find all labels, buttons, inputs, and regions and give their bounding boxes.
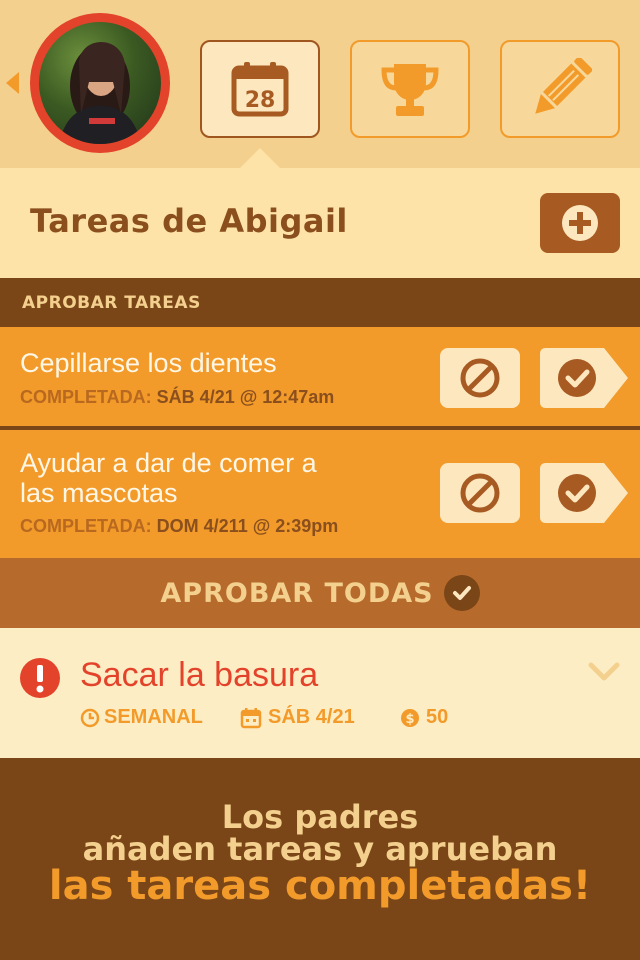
- tab-pointer: [240, 148, 280, 168]
- pencil-icon: [535, 58, 592, 114]
- svg-text:28: 28: [245, 88, 276, 113]
- back-arrow-icon[interactable]: [6, 72, 19, 94]
- promo-line-2: añaden tareas y aprueban: [82, 830, 558, 868]
- chore-date-label: SÁB 4/21: [268, 706, 355, 728]
- reject-icon: [460, 358, 500, 398]
- chevron-down-icon[interactable]: [588, 662, 620, 682]
- approve-all-label: APROBAR TODAS: [160, 577, 434, 609]
- approve-button[interactable]: [540, 348, 628, 408]
- task-name: Cepillarse los dientes: [20, 348, 277, 378]
- reject-icon: [460, 473, 500, 513]
- task-name-line1: Ayudar a dar de comer a: [20, 448, 317, 478]
- chore-reward-label: 50: [426, 706, 449, 728]
- avatar-photo: [39, 22, 161, 144]
- avatar[interactable]: [30, 13, 170, 153]
- calendar-icon: 28: [231, 62, 289, 117]
- task-status-value: DOM 4/211 @ 2:39pm: [156, 516, 339, 536]
- coin-icon: $: [401, 708, 419, 727]
- chore-name: Sacar la basura: [80, 656, 319, 694]
- trophy-icon: [381, 64, 439, 116]
- section-label: APROBAR TAREAS: [22, 293, 201, 313]
- calendar-small-icon: [240, 707, 262, 728]
- chore-date: SÁB 4/21: [240, 706, 355, 729]
- tab-calendar[interactable]: 28: [200, 40, 320, 138]
- svg-text:$: $: [405, 712, 414, 727]
- task-status-value: SÁB 4/21 @ 12:47am: [156, 387, 335, 407]
- task-status: COMPLETADA: DOM 4/211 @ 2:39pm: [20, 516, 338, 537]
- plus-circle-icon: [562, 205, 598, 241]
- check-circle-icon: [443, 575, 480, 611]
- approve-button[interactable]: [540, 463, 628, 523]
- add-task-button[interactable]: [540, 193, 620, 253]
- tab-edit[interactable]: [500, 40, 620, 138]
- chore-reward: $ 50: [400, 706, 448, 729]
- reject-button[interactable]: [440, 348, 520, 408]
- chore-frequency-label: SEMANAL: [104, 706, 203, 728]
- reject-button[interactable]: [440, 463, 520, 523]
- promo-line-1: Los padres: [221, 798, 419, 836]
- approve-all-button[interactable]: APROBAR TODAS: [0, 558, 640, 628]
- tab-trophy[interactable]: [350, 40, 470, 138]
- task-status-label: COMPLETADA:: [20, 387, 152, 407]
- clock-icon: [80, 708, 100, 727]
- promo-line-3: las tareas completadas!: [48, 863, 592, 909]
- chore-frequency: SEMANAL: [80, 706, 203, 729]
- task-status-label: COMPLETADA:: [20, 516, 152, 536]
- page-title: Tareas de Abigail: [30, 202, 348, 240]
- task-status: COMPLETADA: SÁB 4/21 @ 12:47am: [20, 387, 334, 408]
- task-name-line2: las mascotas: [20, 478, 178, 508]
- alert-icon: [20, 658, 60, 698]
